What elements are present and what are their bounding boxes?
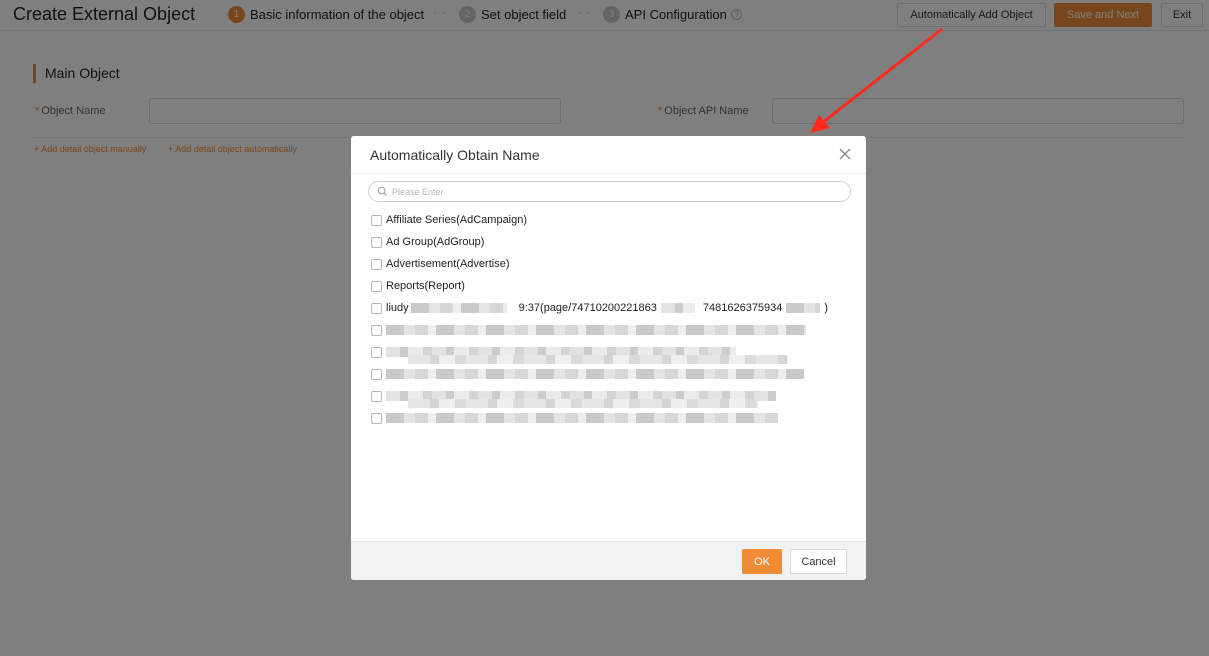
option-label: Advertisement(Advertise)	[386, 258, 510, 270]
search-input[interactable]	[392, 184, 842, 199]
list-item[interactable]: Affiliate Series(AdCampaign)	[371, 212, 527, 228]
redacted-text	[408, 355, 788, 364]
checkbox[interactable]	[371, 324, 382, 336]
redacted-text	[786, 303, 821, 313]
redacted-text	[386, 325, 806, 335]
redacted-text	[386, 369, 804, 379]
dialog-header: Automatically Obtain Name	[351, 136, 866, 174]
dialog-title: Automatically Obtain Name	[370, 147, 540, 163]
option-label: Ad Group(AdGroup)	[386, 236, 485, 248]
redacted-text	[660, 303, 695, 313]
checkbox[interactable]	[371, 412, 382, 424]
list-item[interactable]: Ad Group(AdGroup)	[371, 234, 484, 250]
option-label: Affiliate Series(AdCampaign)	[386, 214, 528, 226]
option-label-prefix: liudy	[386, 302, 409, 314]
obtain-name-dialog: Automatically Obtain Name Affiliate Seri…	[351, 136, 866, 580]
list-item[interactable]	[371, 410, 778, 426]
ok-button[interactable]: OK	[742, 549, 782, 574]
option-label-suffix: )	[824, 302, 829, 314]
checkbox[interactable]	[371, 214, 382, 226]
redacted-text	[408, 399, 758, 408]
cancel-button[interactable]: Cancel	[790, 549, 847, 574]
redacted-text	[386, 413, 778, 423]
checkbox[interactable]	[371, 236, 382, 248]
checkbox[interactable]	[371, 258, 382, 270]
checkbox[interactable]	[371, 280, 382, 292]
search-icon	[377, 186, 388, 197]
redacted-text	[410, 303, 507, 313]
option-label: Reports(Report)	[386, 280, 465, 292]
checkbox[interactable]	[371, 390, 382, 402]
checkbox[interactable]	[371, 368, 382, 380]
list-item[interactable]: Reports(Report)	[371, 278, 465, 294]
checkbox[interactable]	[371, 302, 382, 314]
list-item[interactable]	[371, 366, 804, 382]
option-label-mid: 9:37(page/74710200221863	[518, 302, 657, 314]
option-label-mid2: 7481626375934	[702, 302, 783, 314]
search-box[interactable]	[368, 181, 851, 202]
dialog-footer: OK Cancel	[351, 541, 866, 580]
list-item[interactable]	[371, 322, 806, 338]
list-item[interactable]: Advertisement(Advertise)	[371, 256, 510, 272]
list-item[interactable]: liudy 9:37(page/74710200221863 748162637…	[371, 300, 828, 316]
checkbox[interactable]	[371, 346, 382, 358]
close-icon[interactable]	[838, 147, 852, 161]
